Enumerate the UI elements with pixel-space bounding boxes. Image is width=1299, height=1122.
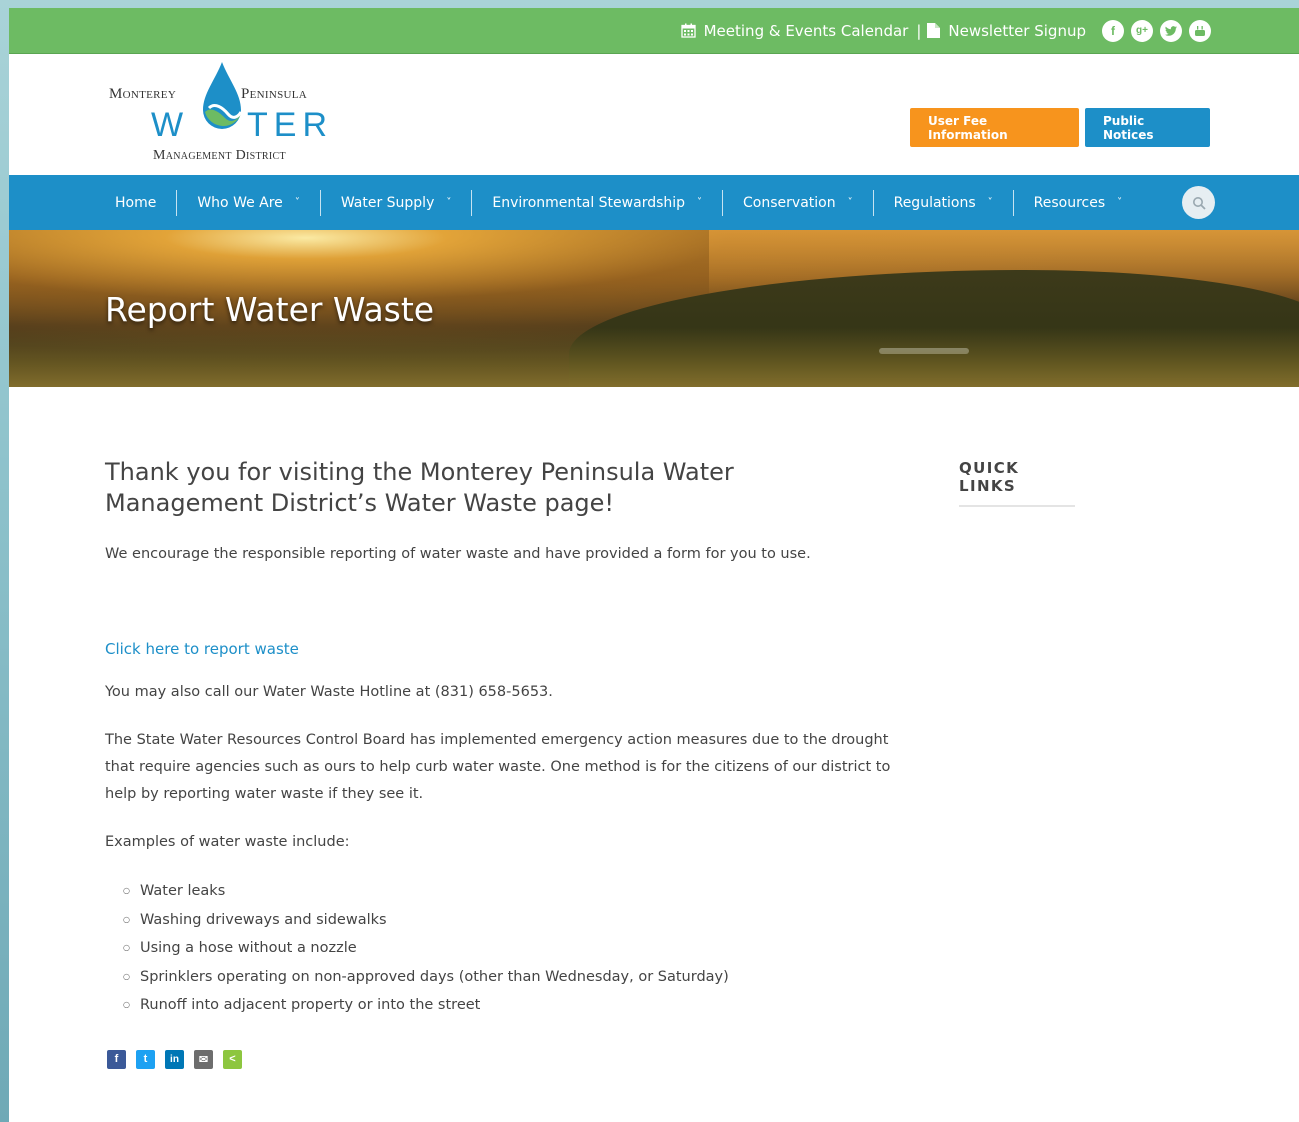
document-icon xyxy=(927,23,941,38)
site-header: Monterey Peninsula W TER Management Dist… xyxy=(9,54,1299,175)
chevron-down-icon: ˅ xyxy=(1117,197,1123,208)
topbar-separator: | xyxy=(916,21,922,40)
newsletter-link[interactable]: Newsletter Signup xyxy=(927,22,1086,40)
nav-item-label: Home xyxy=(115,194,157,211)
main-nav: Home Who We Are ˅ Water Supply ˅ Environ… xyxy=(9,175,1299,230)
search-button[interactable] xyxy=(1182,186,1215,219)
sidebar: QUICK LINKS xyxy=(959,459,1075,507)
social-links: f g+ xyxy=(1102,19,1211,42)
logo-text-peninsula: Peninsula xyxy=(241,86,308,102)
hero-banner: Report Water Waste xyxy=(9,230,1299,387)
facebook-share-icon[interactable]: f xyxy=(107,1049,126,1069)
list-item: ○ Water leaks xyxy=(123,877,915,906)
youtube-icon[interactable] xyxy=(1189,19,1211,42)
water-drop-logo-icon xyxy=(203,62,243,129)
logo-text-management-district: Management District xyxy=(153,148,286,163)
list-item-text: Runoff into adjacent property or into th… xyxy=(139,997,481,1013)
quick-links-title: QUICK LINKS xyxy=(959,459,1075,507)
page: Meeting & Events Calendar | Newsletter S… xyxy=(9,8,1299,1122)
list-item-text: Using a hose without a nozzle xyxy=(139,940,357,956)
bullet-icon: ○ xyxy=(123,943,130,952)
twitter-share-icon[interactable]: t xyxy=(136,1049,155,1069)
bullet-icon: ○ xyxy=(123,971,130,981)
site-logo[interactable]: Monterey Peninsula W TER Management Dist… xyxy=(105,62,335,168)
bullet-icon: ○ xyxy=(123,914,130,924)
report-waste-link[interactable]: Click here to report waste xyxy=(105,640,915,658)
examples-list: ○ Water leaks ○ Washing driveways and side… xyxy=(105,877,915,1020)
nav-item-regulations[interactable]: Regulations ˅ xyxy=(874,189,1014,216)
hotline-paragraph: You may also call our Water Waste Hotlin… xyxy=(105,684,553,700)
nav-item-label: Conservation xyxy=(743,194,836,211)
state-board-paragraph: The State Water Resources Control Board … xyxy=(105,732,891,802)
content-heading: Thank you for visiting the Monterey Peni… xyxy=(105,458,734,517)
nav-item-environmental-stewardship[interactable]: Environmental Stewardship ˅ xyxy=(472,189,724,216)
chevron-down-icon: ˅ xyxy=(697,197,703,208)
page-title: Report Water Waste xyxy=(105,290,435,329)
newsletter-label: Newsletter Signup xyxy=(948,21,1086,40)
list-item-text: Water leaks xyxy=(139,883,226,899)
list-item: ○ Using a hose without a nozzle xyxy=(123,934,915,963)
public-notices-button[interactable]: Public Notices xyxy=(1085,108,1210,147)
nav-item-who-we-are[interactable]: Who We Are ˅ xyxy=(177,189,321,216)
nav-item-label: Water Supply xyxy=(340,194,435,211)
email-share-icon[interactable]: ✉ xyxy=(194,1049,213,1069)
nav-item-label: Who We Are xyxy=(197,194,283,211)
hero-grass xyxy=(9,327,1299,387)
chevron-down-icon: ˅ xyxy=(847,197,853,208)
examples-intro: Examples of water waste include: xyxy=(105,834,350,850)
chevron-down-icon: ˅ xyxy=(446,197,452,208)
bullet-icon: ○ xyxy=(123,886,130,895)
content-area: Thank you for visiting the Monterey Peni… xyxy=(9,387,1299,1107)
logo-text-w: W xyxy=(151,106,188,144)
logo-text-ter: TER xyxy=(247,106,333,144)
list-item-text: Washing driveways and sidewalks xyxy=(139,911,387,928)
facebook-icon[interactable]: f xyxy=(1102,19,1124,42)
top-utility-bar: Meeting & Events Calendar | Newsletter S… xyxy=(9,8,1299,54)
logo-text-monterey: Monterey xyxy=(109,86,177,102)
share-buttons: f t in ✉ < xyxy=(105,1049,915,1069)
chevron-down-icon: ˅ xyxy=(294,197,300,208)
main-content: Thank you for visiting the Monterey Peni… xyxy=(105,457,915,1069)
nav-item-resources[interactable]: Resources ˅ xyxy=(1014,190,1143,216)
intro-paragraph: We encourage the responsible reporting o… xyxy=(105,546,811,562)
header-buttons: User Fee Information Public Notices xyxy=(910,108,1210,147)
nav-item-label: Environmental Stewardship xyxy=(492,194,686,211)
list-item-text: Sprinklers operating on non-approved day… xyxy=(139,968,729,985)
nav-item-home[interactable]: Home xyxy=(95,189,178,216)
nav-item-label: Resources xyxy=(1033,194,1106,211)
nav-item-water-supply[interactable]: Water Supply ˅ xyxy=(321,189,473,216)
bullet-icon: ○ xyxy=(123,1000,130,1009)
list-item: ○ Sprinklers operating on non-approved da… xyxy=(123,963,915,992)
calendar-icon xyxy=(680,23,696,38)
calendar-label: Meeting & Events Calendar xyxy=(703,21,909,40)
search-icon xyxy=(1192,196,1206,210)
linkedin-share-icon[interactable]: in xyxy=(165,1049,184,1069)
google-plus-icon[interactable]: g+ xyxy=(1131,19,1153,42)
nav-item-conservation[interactable]: Conservation ˅ xyxy=(723,189,874,216)
chevron-down-icon: ˅ xyxy=(987,197,993,208)
nav-item-label: Regulations xyxy=(893,194,976,211)
calendar-link[interactable]: Meeting & Events Calendar xyxy=(680,21,909,40)
sharethis-icon[interactable]: < xyxy=(223,1049,242,1069)
list-item: ○ Washing driveways and sidewalks xyxy=(123,906,915,935)
twitter-icon[interactable] xyxy=(1160,19,1182,42)
user-fee-information-button[interactable]: User Fee Information xyxy=(910,108,1079,147)
list-item: ○ Runoff into adjacent property or into t… xyxy=(123,991,915,1020)
